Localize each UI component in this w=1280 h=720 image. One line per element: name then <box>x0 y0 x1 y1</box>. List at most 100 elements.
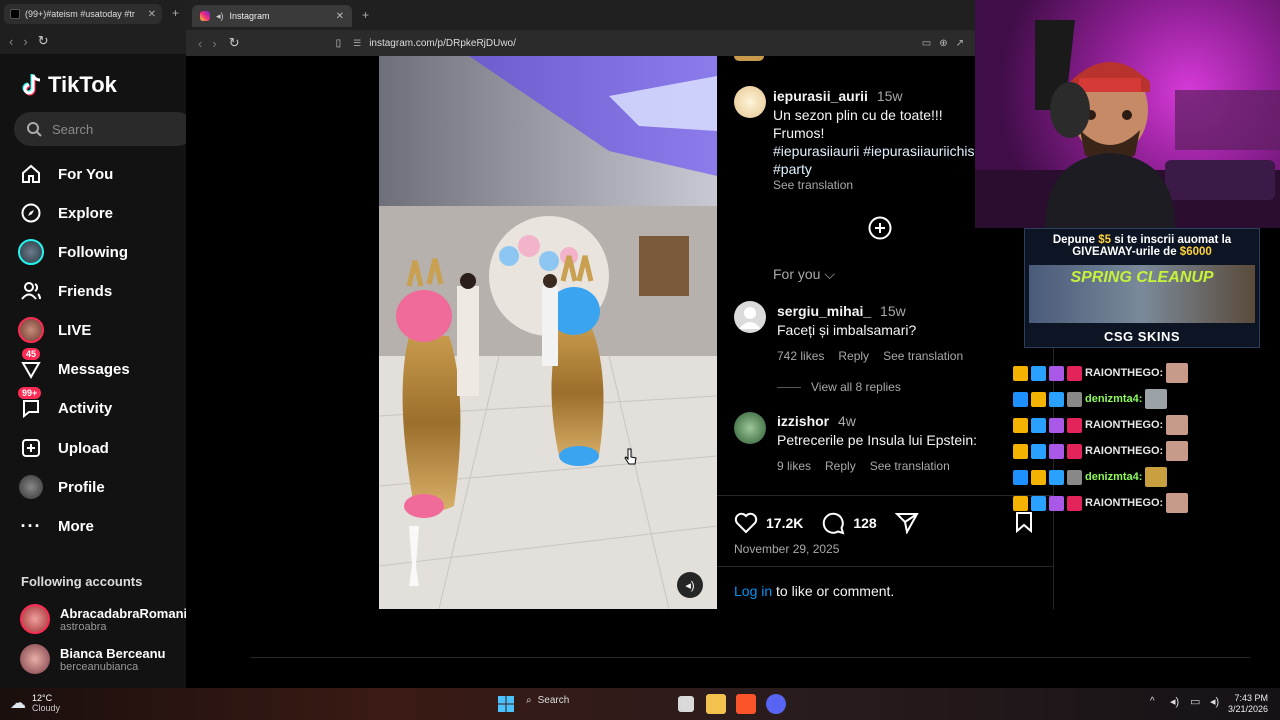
browser-tab-tiktok[interactable]: (99+)#ateism #usatoday #trump ✕ <box>4 4 162 24</box>
like-heart-icon[interactable] <box>734 512 758 534</box>
promo-text: Depune <box>1052 234 1099 246</box>
task-view-icon[interactable] <box>678 696 694 712</box>
share-icon[interactable]: ↗ <box>956 38 964 49</box>
crown-badge-icon <box>1013 417 1028 433</box>
caption-username[interactable]: iepurasii_aurii <box>773 88 868 104</box>
zoom-icon[interactable]: ⊕ <box>939 38 947 49</box>
nav-more[interactable]: ··· More <box>18 512 94 540</box>
mute-toggle-icon[interactable]: ◂) <box>677 572 703 598</box>
new-tab-icon[interactable]: + <box>172 6 179 20</box>
author-avatar-partial <box>734 56 764 61</box>
chat-message: RAIONTHEGO: <box>1013 412 1243 438</box>
home-icon <box>18 161 44 187</box>
close-tab-icon[interactable]: ✕ <box>336 11 344 22</box>
account-name: AbracadabraRomania <box>60 605 186 621</box>
crown-badge-icon <box>1013 365 1028 381</box>
bookmark-icon[interactable]: ▯ <box>336 38 342 49</box>
upload-icon <box>18 435 44 461</box>
back-icon[interactable]: ‹ <box>9 34 13 49</box>
reply-button[interactable]: Reply <box>825 459 856 473</box>
commenter-avatar[interactable] <box>734 412 766 444</box>
volume-icon[interactable]: ◂) <box>1210 695 1219 708</box>
promo-brand: CSG SKINS <box>1103 329 1180 344</box>
network-icon[interactable]: ▭ <box>1190 695 1200 708</box>
comment-count[interactable]: 128 <box>853 515 876 531</box>
nav-friends[interactable]: Friends <box>18 277 112 305</box>
back-icon[interactable]: ‹ <box>198 36 202 51</box>
comment-username[interactable]: sergiu_mihai_ <box>777 303 871 319</box>
nav-label: Upload <box>58 439 109 457</box>
comment-username[interactable]: izzishor <box>777 413 829 429</box>
nav-explore[interactable]: Explore <box>18 199 113 227</box>
nav-following[interactable]: Following <box>18 238 128 266</box>
taskbar-search[interactable]: ⌕ Search <box>526 695 569 706</box>
close-tab-icon[interactable]: ✕ <box>148 9 156 20</box>
brave-browser-icon[interactable] <box>736 694 756 714</box>
emote-icon <box>1166 363 1189 383</box>
comment-time[interactable]: 4w <box>838 413 856 429</box>
forward-icon[interactable]: › <box>23 34 27 49</box>
load-more-comments-icon[interactable] <box>868 216 892 240</box>
activity-icon: 99+ <box>18 387 44 421</box>
comment-time[interactable]: 15w <box>880 303 906 319</box>
emote-icon <box>1166 441 1189 461</box>
login-link[interactable]: Log in <box>734 583 772 599</box>
nav-for-you[interactable]: For You <box>18 160 113 188</box>
login-prompt: Log in to like or comment. <box>734 583 894 599</box>
for-you-dropdown[interactable]: For you ⌵ <box>773 266 835 283</box>
nav-label: Explore <box>58 204 114 222</box>
following-account[interactable]: Bianca Berceanu berceanubianca <box>20 644 166 674</box>
section-divider <box>717 566 1054 567</box>
browser-tab-instagram[interactable]: ◂) Instagram ✕ <box>192 5 352 27</box>
discord-icon[interactable] <box>766 694 786 714</box>
activity-badge: 99+ <box>18 387 42 399</box>
following-account[interactable]: AbracadabraRomania astroabra <box>20 604 186 634</box>
clock[interactable]: 7:43 PM 3/21/2026 <box>1228 693 1268 715</box>
speaker-icon[interactable]: ◂) <box>1170 695 1179 708</box>
view-replies-button[interactable]: View all 8 replies <box>777 380 901 394</box>
post-video[interactable]: ◂) <box>379 56 717 609</box>
tiktok-logo[interactable]: TikTok <box>22 72 117 98</box>
tray-chevron-icon[interactable]: ^ <box>1150 696 1155 707</box>
commenter-avatar[interactable] <box>734 301 766 333</box>
see-translation-link[interactable]: See translation <box>883 349 963 363</box>
nav-activity[interactable]: 99+ Activity <box>18 387 112 422</box>
comment-likes[interactable]: 9 likes <box>777 459 811 473</box>
nav-live[interactable]: LIVE <box>18 316 91 344</box>
gift-badge-icon <box>1049 417 1064 433</box>
reply-button[interactable]: Reply <box>838 349 869 363</box>
view-replies-label: View all 8 replies <box>811 380 901 394</box>
address-bar[interactable]: instagram.com/p/DRpkeRjDUwo/ <box>369 38 516 49</box>
reload-icon[interactable]: ↻ <box>38 33 49 49</box>
file-explorer-icon[interactable] <box>706 694 726 714</box>
ghost-badge-icon <box>1049 469 1064 485</box>
avatar-badge-icon <box>1067 391 1082 407</box>
chat-username: RAIONTHEGO: <box>1085 445 1164 457</box>
nav-label: More <box>58 517 94 535</box>
comment-likes[interactable]: 742 likes <box>777 349 824 363</box>
giveaway-banner[interactable]: Depune $5 si te inscrii auomat la GIVEAW… <box>1024 228 1260 348</box>
comment-bubble-icon[interactable] <box>821 511 845 535</box>
start-windows-icon[interactable] <box>498 696 514 712</box>
new-tab-icon[interactable]: + <box>362 8 369 22</box>
like-count[interactable]: 17.2K <box>766 515 803 531</box>
search-input[interactable]: Search <box>14 112 186 146</box>
reader-icon[interactable]: ▭ <box>922 38 931 49</box>
caption-time[interactable]: 15w <box>877 88 903 104</box>
tiktok-note-icon <box>22 74 41 96</box>
nav-upload[interactable]: Upload <box>18 434 109 462</box>
site-info-icon[interactable]: ☰ <box>353 38 361 49</box>
see-translation-link[interactable]: See translation <box>870 459 950 473</box>
caption-author-avatar[interactable] <box>734 86 766 118</box>
webcam-feed <box>975 20 1280 228</box>
nav-label: Friends <box>58 282 113 300</box>
weather-widget[interactable]: ☁ 12°C Cloudy <box>10 693 60 713</box>
divider <box>777 386 801 388</box>
reload-icon[interactable]: ↻ <box>229 35 240 51</box>
windows-taskbar: ☁ 12°C Cloudy ⌕ Search ^ ◂) ▭ ◂) 7:43 PM … <box>0 688 1280 720</box>
instagram-urlbar: ‹ › ↻ ▯ ☰ instagram.com/p/DRpkeRjDUwo/ ▭… <box>186 30 976 56</box>
share-paper-plane-icon[interactable] <box>894 512 919 534</box>
nav-profile[interactable]: Profile <box>18 473 105 501</box>
forward-icon[interactable]: › <box>212 36 216 51</box>
nav-messages[interactable]: 45 Messages <box>18 348 130 383</box>
